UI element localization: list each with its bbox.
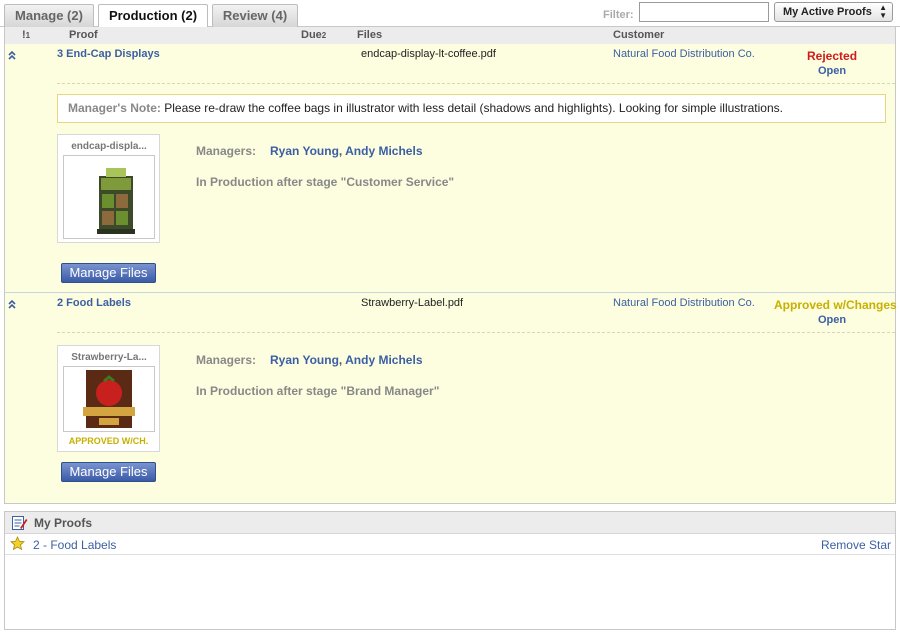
manager-link[interactable]: Ryan Young bbox=[270, 353, 339, 367]
file-name[interactable]: Strawberry-Label.pdf bbox=[361, 297, 463, 309]
managers-label: Managers: bbox=[196, 353, 257, 367]
sort-indicator-icon: 1 bbox=[25, 31, 31, 40]
proof-table: ! 1 Proof Due 2 Files Customer 3 End-Cap… bbox=[4, 27, 897, 504]
proof-title-link[interactable]: 2 Food Labels bbox=[57, 297, 131, 309]
production-stage: In Production after stage "Brand Manager… bbox=[196, 384, 440, 398]
manager-link[interactable]: Andy Michels bbox=[345, 353, 422, 367]
status-badge: Rejected bbox=[807, 49, 858, 63]
priority-column-header[interactable]: ! 1 bbox=[22, 29, 30, 41]
proof-row: 3 End-Cap Displays endcap-display-lt-cof… bbox=[5, 44, 895, 293]
open-link[interactable]: Open bbox=[818, 65, 846, 77]
manage-files-button[interactable]: Manage Files bbox=[61, 462, 156, 482]
proof-thumbnail[interactable] bbox=[63, 155, 155, 239]
managers-label: Managers: bbox=[196, 144, 257, 158]
tab-production[interactable]: Production (2) bbox=[98, 4, 208, 28]
up-down-arrows-icon: ▲ ▼ bbox=[879, 3, 887, 20]
filter-input[interactable] bbox=[639, 2, 769, 22]
production-stage: In Production after stage "Customer Serv… bbox=[196, 175, 455, 189]
proof-row: 2 Food Labels Strawberry-Label.pdf Natur… bbox=[5, 293, 897, 503]
my-proofs-title: My Proofs bbox=[34, 516, 93, 530]
manage-files-button[interactable]: Manage Files bbox=[61, 263, 156, 283]
my-proofs-header: My Proofs bbox=[5, 512, 895, 534]
thumbnail-filename: Strawberry-La... bbox=[71, 352, 147, 363]
notepad-pencil-icon bbox=[11, 514, 28, 531]
filter-label: Filter: bbox=[603, 9, 634, 21]
files-column-header[interactable]: Files bbox=[357, 29, 382, 41]
thumbnail-filename: endcap-displa... bbox=[71, 141, 147, 152]
tab-manage[interactable]: Manage (2) bbox=[4, 4, 94, 27]
proof-thumbnail-card[interactable]: Strawberry-La... APPROVED W/CH. bbox=[57, 345, 160, 452]
file-name[interactable]: endcap-display-lt-coffee.pdf bbox=[361, 48, 496, 60]
due-column-header[interactable]: Due 2 bbox=[301, 29, 326, 41]
proof-title-link[interactable]: 3 End-Cap Displays bbox=[57, 48, 160, 60]
starred-proof-row: 2 - Food Labels Remove Star bbox=[5, 534, 895, 555]
customer-column-header[interactable]: Customer bbox=[613, 29, 664, 41]
double-chevron-up-icon[interactable] bbox=[7, 50, 17, 60]
managers-list: Ryan Young, Andy Michels bbox=[270, 353, 423, 367]
proof-view-selected: My Active Proofs bbox=[783, 6, 872, 18]
remove-star-link[interactable]: Remove Star bbox=[821, 538, 891, 552]
managers-list: Ryan Young, Andy Michels bbox=[270, 144, 423, 158]
starred-proof-link[interactable]: 2 - Food Labels bbox=[33, 538, 116, 552]
manager-note-text: Please re-draw the coffee bags in illust… bbox=[164, 101, 783, 115]
proof-thumbnail-card[interactable]: endcap-displa... bbox=[57, 134, 160, 243]
status-badge: Approved w/Changes bbox=[774, 298, 897, 312]
customer-link[interactable]: Natural Food Distribution Co. bbox=[613, 48, 755, 60]
manager-note: Manager's Note: Please re-draw the coffe… bbox=[57, 94, 886, 123]
sort-indicator-icon: 2 bbox=[321, 31, 327, 40]
open-link[interactable]: Open bbox=[818, 314, 846, 326]
row-divider bbox=[57, 332, 895, 333]
customer-link[interactable]: Natural Food Distribution Co. bbox=[613, 297, 755, 309]
tab-review[interactable]: Review (4) bbox=[212, 4, 298, 27]
star-icon[interactable] bbox=[10, 536, 25, 551]
proof-thumbnail[interactable] bbox=[63, 366, 155, 432]
proof-column-header[interactable]: Proof bbox=[69, 29, 98, 41]
tab-bar: Manage (2) Production (2) Review (4) Fil… bbox=[0, 0, 900, 28]
manager-note-label: Manager's Note: bbox=[68, 101, 161, 115]
row-divider bbox=[57, 83, 895, 84]
manager-separator: , bbox=[338, 144, 343, 158]
approval-tag: APPROVED W/CH. bbox=[68, 436, 149, 446]
manager-link[interactable]: Andy Michels bbox=[345, 144, 422, 158]
manager-link[interactable]: Ryan Young bbox=[270, 144, 339, 158]
manager-separator: , bbox=[338, 353, 343, 367]
proof-view-select[interactable]: My Active Proofs ▲ ▼ bbox=[774, 2, 893, 22]
my-proofs-panel: My Proofs 2 - Food Labels Remove Star bbox=[4, 511, 896, 630]
double-chevron-up-icon[interactable] bbox=[7, 299, 17, 309]
column-header-row: ! 1 Proof Due 2 Files Customer bbox=[5, 27, 895, 44]
